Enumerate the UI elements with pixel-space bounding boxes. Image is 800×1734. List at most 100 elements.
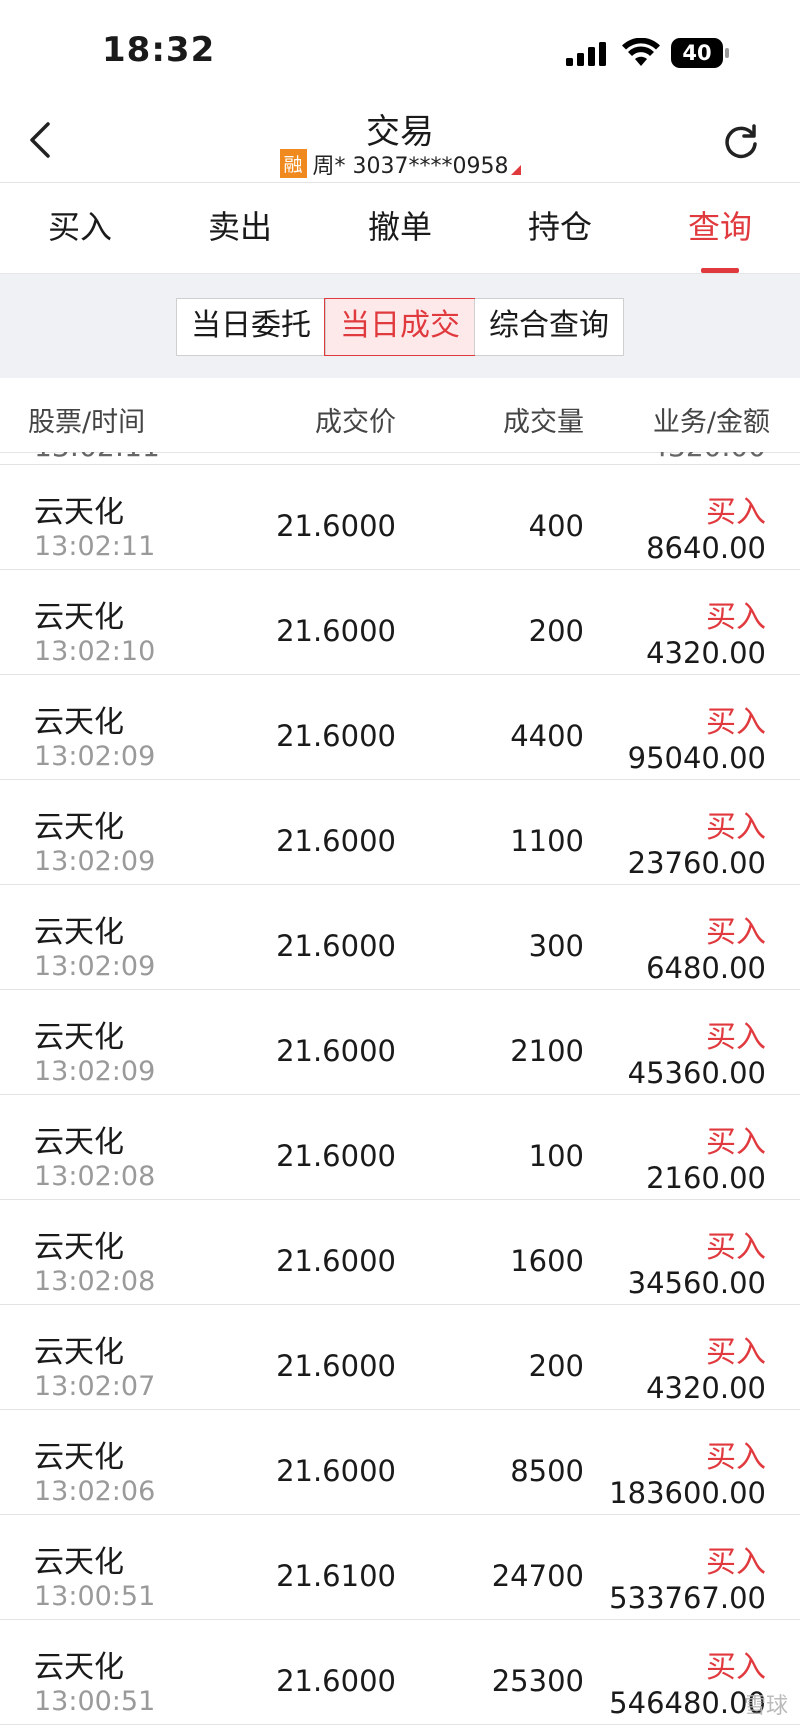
- trade-volume: 1100: [510, 824, 584, 858]
- trade-time: 13:02:08: [34, 1161, 156, 1192]
- stock-name: 云天化: [34, 1020, 124, 1055]
- trade-volume: 200: [528, 614, 584, 648]
- wifi-icon: [622, 38, 660, 66]
- table-row[interactable]: 云天化 13:02:07 21.6000 200 买入 4320.00: [0, 1305, 800, 1410]
- business-type: 买入: [706, 705, 766, 740]
- table-row[interactable]: 云天化 13:00:51 21.6000 25300 买入 546480.00: [0, 1620, 800, 1725]
- margin-account-badge: 融: [279, 149, 307, 178]
- trade-amount: 8640.00: [646, 531, 766, 565]
- table-row[interactable]: 云天化 13:02:09 21.6000 2100 买入 45360.00: [0, 990, 800, 1095]
- business-type: 买入: [706, 495, 766, 530]
- business-type: 买入: [706, 1650, 766, 1685]
- business-type: 买入: [706, 810, 766, 845]
- nav-bar: 交易 融周* 3037****0958: [0, 100, 800, 183]
- trade-price: 21.6000: [276, 1244, 396, 1278]
- page-title: 交易: [366, 112, 434, 152]
- status-time: 18:32: [102, 30, 216, 70]
- trade-volume: 400: [528, 509, 584, 543]
- watermark: 雪球: [743, 1694, 788, 1719]
- cellular-signal-icon: [566, 42, 606, 66]
- trade-price: 21.6100: [276, 1559, 396, 1593]
- tab-cancel-order[interactable]: 撤单: [320, 183, 480, 273]
- partial-row-time: 13:02:11: [34, 452, 160, 463]
- table-header: 股票/时间 成交价 成交量 业务/金额: [0, 378, 800, 453]
- battery-level: 40: [682, 41, 712, 65]
- trade-price: 21.6000: [276, 614, 396, 648]
- trade-time: 13:02:08: [34, 1266, 156, 1297]
- trade-price: 21.6000: [276, 1454, 396, 1488]
- trade-tabs: 买入 卖出 撤单 持仓 查询: [0, 183, 800, 274]
- business-type: 买入: [706, 600, 766, 635]
- trade-time: 13:02:06: [34, 1476, 156, 1507]
- trade-time: 13:02:09: [34, 951, 156, 982]
- trade-price: 21.6000: [276, 509, 396, 543]
- query-sub-bar: 当日委托 当日成交 综合查询: [0, 274, 800, 378]
- trade-price: 21.6000: [276, 1139, 396, 1173]
- trade-time: 13:00:51: [34, 1581, 156, 1612]
- stock-name: 云天化: [34, 915, 124, 950]
- stock-name: 云天化: [34, 1545, 124, 1580]
- trade-time: 13:02:10: [34, 636, 156, 667]
- stock-name: 云天化: [34, 1125, 124, 1160]
- tab-positions[interactable]: 持仓: [480, 183, 640, 273]
- business-type: 买入: [706, 1335, 766, 1370]
- trade-price: 21.6000: [276, 1664, 396, 1698]
- trade-amount: 45360.00: [627, 1056, 766, 1090]
- column-stock-time: 股票/时间: [28, 407, 146, 438]
- trade-volume: 200: [528, 1349, 584, 1383]
- business-type: 买入: [706, 1440, 766, 1475]
- trade-volume: 2100: [510, 1034, 584, 1068]
- table-row[interactable]: 云天化 13:02:06 21.6000 8500 买入 183600.00: [0, 1410, 800, 1515]
- trade-amount: 546480.00: [609, 1686, 766, 1720]
- trade-price: 21.6000: [276, 824, 396, 858]
- trade-amount: 4320.00: [646, 636, 766, 670]
- table-row[interactable]: 云天化 13:02:08 21.6000 100 买入 2160.00: [0, 1095, 800, 1200]
- query-segmented-control: 当日委托 当日成交 综合查询: [176, 298, 624, 356]
- refresh-icon[interactable]: [722, 122, 760, 160]
- trade-price: 21.6000: [276, 719, 396, 753]
- trades-list[interactable]: 13:02:11 4320.00 云天化13:02:1121.6000400买入…: [0, 452, 800, 1734]
- table-row[interactable]: 云天化 13:02:09 21.6000 1100 买入 23760.00: [0, 780, 800, 885]
- partial-row-amount: 4320.00: [650, 452, 766, 463]
- status-bar: 18:32 40: [0, 0, 800, 100]
- table-row[interactable]: 云天化 13:02:11 21.6000 400 买入 8640.00: [0, 465, 800, 570]
- trade-amount: 4320.00: [646, 1371, 766, 1405]
- business-type: 买入: [706, 1545, 766, 1580]
- table-row[interactable]: 云天化 13:02:09 21.6000 300 买入 6480.00: [0, 885, 800, 990]
- stock-name: 云天化: [34, 600, 124, 635]
- trade-amount: 183600.00: [609, 1476, 766, 1510]
- table-row[interactable]: 云天化 13:00:51 21.6100 24700 买入 533767.00: [0, 1515, 800, 1620]
- account-number: 周* 3037****0958: [312, 154, 509, 179]
- stock-name: 云天化: [34, 705, 124, 740]
- trade-time: 13:02:07: [34, 1371, 156, 1402]
- column-business-amount: 业务/金额: [652, 407, 770, 438]
- sub-tab-today-orders[interactable]: 当日委托: [177, 299, 325, 355]
- trade-price: 21.6000: [276, 1034, 396, 1068]
- table-row[interactable]: 云天化 13:02:10 21.6000 200 买入 4320.00: [0, 570, 800, 675]
- tab-query[interactable]: 查询: [640, 183, 800, 273]
- stock-name: 云天化: [34, 1440, 124, 1475]
- trade-rows: 云天化 13:02:11 21.6000 400 买入 8640.00 云天化 13:02:1…: [0, 465, 800, 1725]
- stock-name: 云天化: [34, 495, 124, 530]
- business-type: 买入: [706, 1230, 766, 1265]
- tab-sell[interactable]: 卖出: [160, 183, 320, 273]
- sub-tab-combined-query[interactable]: 综合查询: [474, 299, 623, 355]
- trade-amount: 6480.00: [646, 951, 766, 985]
- business-type: 买入: [706, 1125, 766, 1160]
- tab-buy[interactable]: 买入: [0, 183, 160, 273]
- stock-name: 云天化: [34, 1650, 124, 1685]
- business-type: 买入: [706, 915, 766, 950]
- table-row[interactable]: 云天化 13:02:08 21.6000 1600 买入 34560.00: [0, 1200, 800, 1305]
- trade-price: 21.6000: [276, 929, 396, 963]
- account-selector[interactable]: 融周* 3037****0958: [0, 148, 800, 180]
- trade-volume: 8500: [510, 1454, 584, 1488]
- table-row[interactable]: 云天化 13:02:09 21.6000 4400 买入 95040.00: [0, 675, 800, 780]
- trade-time: 13:02:11: [34, 531, 156, 562]
- trade-amount: 533767.00: [609, 1581, 766, 1615]
- trade-amount: 23760.00: [627, 846, 766, 880]
- trade-volume: 1600: [510, 1244, 584, 1278]
- trade-amount: 34560.00: [627, 1266, 766, 1300]
- sub-tab-today-trades[interactable]: 当日成交: [324, 298, 475, 356]
- business-type: 买入: [706, 1020, 766, 1055]
- trade-amount: 95040.00: [627, 741, 766, 775]
